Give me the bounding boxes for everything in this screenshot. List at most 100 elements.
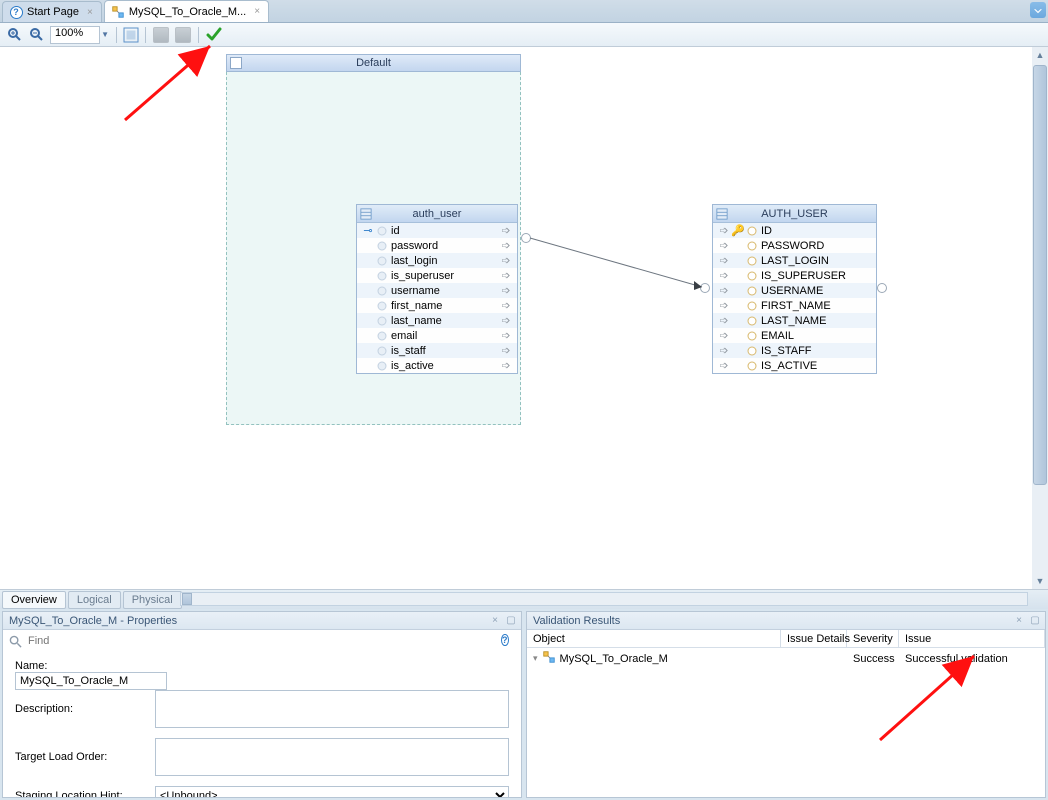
column-row[interactable]: last_login➩ [357,253,517,268]
group-button[interactable] [152,26,170,44]
output-arrow-icon: ➩ [499,239,513,252]
properties-body: Name: Description: Target Load Order: St… [3,652,521,797]
column-type-icon [745,256,759,266]
scroll-thumb[interactable] [182,593,192,605]
prop-row-staging-location: Staging Location Hint: <Unbound> [15,786,509,797]
restore-icon[interactable]: ▢ [1029,615,1041,627]
column-row[interactable]: ➩IS_STAFF [713,343,876,358]
output-port[interactable] [521,233,531,243]
input-arrow-icon: ➩ [717,269,731,282]
column-name: LAST_LOGIN [759,255,872,267]
tree-toggle-icon[interactable]: ▾ [533,653,538,664]
input-arrow-icon: ➩ [717,329,731,342]
maximize-button[interactable] [1030,2,1046,18]
name-field[interactable] [15,672,167,690]
output-arrow-icon: ➩ [499,314,513,327]
column-row[interactable]: is_active➩ [357,358,517,373]
column-row[interactable]: ➩🔑ID [713,223,876,238]
zoom-out-button[interactable] [28,26,46,44]
validate-button[interactable] [205,26,223,44]
column-row[interactable]: ➩ FIRST_NAME [713,298,876,313]
column-row[interactable]: ➩EMAIL [713,328,876,343]
zoom-select[interactable]: 100% [50,26,100,44]
panel-title: MySQL_To_Oracle_M - Properties [9,615,177,627]
staging-location-select[interactable]: <Unbound> [155,786,509,797]
column-row[interactable]: ➩PASSWORD [713,238,876,253]
source-table[interactable]: auth_user ⊸id➩ password➩ last_login➩ is_… [356,204,518,374]
col-issue[interactable]: Issue [899,630,1045,647]
table-header[interactable]: AUTH_USER [713,205,876,223]
columns-list: ⊸id➩ password➩ last_login➩ is_superuser➩… [357,223,517,373]
input-arrow-icon: ➩ [717,284,731,297]
fit-button[interactable] [123,27,139,43]
column-row[interactable]: email➩ [357,328,517,343]
column-type-icon [375,316,389,326]
column-row[interactable]: username➩ [357,283,517,298]
column-row[interactable]: ➩LAST_LOGIN [713,253,876,268]
canvas-toolbar: 100% ▼ [0,23,1048,47]
tab-start-page[interactable]: ? Start Page × [2,1,102,22]
column-row[interactable]: ➩IS_ACTIVE [713,358,876,373]
input-arrow-icon: ➩ [717,299,731,312]
target-table[interactable]: AUTH_USER ➩🔑ID ➩PASSWORD ➩LAST_LOGIN ➩IS… [712,204,877,374]
col-severity[interactable]: Severity [847,630,899,647]
column-row[interactable]: is_staff➩ [357,343,517,358]
view-tab-overview[interactable]: Overview [2,591,66,609]
view-tab-physical[interactable]: Physical [123,591,182,609]
column-type-icon [745,271,759,281]
column-row[interactable]: password➩ [357,238,517,253]
col-details[interactable]: Issue Details [781,630,847,647]
column-type-icon [375,271,389,281]
column-type-icon [375,241,389,251]
column-row[interactable]: ➩USERNAME [713,283,876,298]
description-label: Description: [15,703,155,715]
output-arrow-icon: ➩ [499,299,513,312]
view-tab-logical[interactable]: Logical [68,591,121,609]
column-name: ID [759,225,872,237]
validation-row[interactable]: ▾ MySQL_To_Oracle_M Success Successful v… [527,648,1045,669]
col-object[interactable]: Object [527,630,781,647]
output-port[interactable] [877,283,887,293]
input-arrow-icon: ➩ [717,314,731,327]
input-port[interactable] [700,283,710,293]
mapping-canvas[interactable]: Default auth_user ⊸id➩ password➩ last_lo… [0,47,1032,589]
region-header[interactable]: Default [226,54,521,72]
tab-mapping[interactable]: MySQL_To_Oracle_M... × [104,0,269,22]
column-row[interactable]: ➩IS_SUPERUSER [713,268,876,283]
tab-label: Start Page [27,6,79,18]
scroll-up-arrow-icon[interactable]: ▲ [1032,47,1048,63]
close-icon[interactable]: × [87,7,93,18]
column-name: password [389,240,499,252]
zoom-in-button[interactable] [6,26,24,44]
description-field[interactable] [155,690,509,728]
column-row[interactable]: first_name➩ [357,298,517,313]
column-name: last_login [389,255,499,267]
column-name: id [389,225,499,237]
minimize-icon[interactable]: × [1013,615,1025,627]
column-row[interactable]: ➩LAST_NAME [713,313,876,328]
column-type-icon [745,331,759,341]
column-type-icon [375,226,389,236]
column-row[interactable]: is_superuser➩ [357,268,517,283]
find-input[interactable] [28,635,495,647]
table-header[interactable]: auth_user [357,205,517,223]
bottom-panels: MySQL_To_Oracle_M - Properties × ▢ ? Nam… [0,609,1048,800]
restore-icon[interactable]: ▢ [505,615,517,627]
column-row[interactable]: ⊸id➩ [357,223,517,238]
help-icon[interactable]: ? [501,634,515,648]
horizontal-scrollbar[interactable] [180,592,1028,606]
ungroup-button[interactable] [174,26,192,44]
chevron-down-icon[interactable]: ▼ [100,30,110,39]
column-type-icon [745,316,759,326]
close-icon[interactable]: × [254,6,260,17]
scroll-down-arrow-icon[interactable]: ▼ [1032,573,1048,589]
target-load-order-field[interactable] [155,738,509,776]
minimize-icon[interactable]: × [489,615,501,627]
vertical-scrollbar[interactable]: ▲ ▼ [1032,47,1048,589]
column-row[interactable]: last_name➩ [357,313,517,328]
table-icon [360,208,372,220]
output-arrow-icon: ➩ [499,359,513,372]
column-name: FIRST_NAME [759,300,872,312]
scroll-thumb[interactable] [1033,65,1047,485]
find-bar: ? [3,630,521,652]
